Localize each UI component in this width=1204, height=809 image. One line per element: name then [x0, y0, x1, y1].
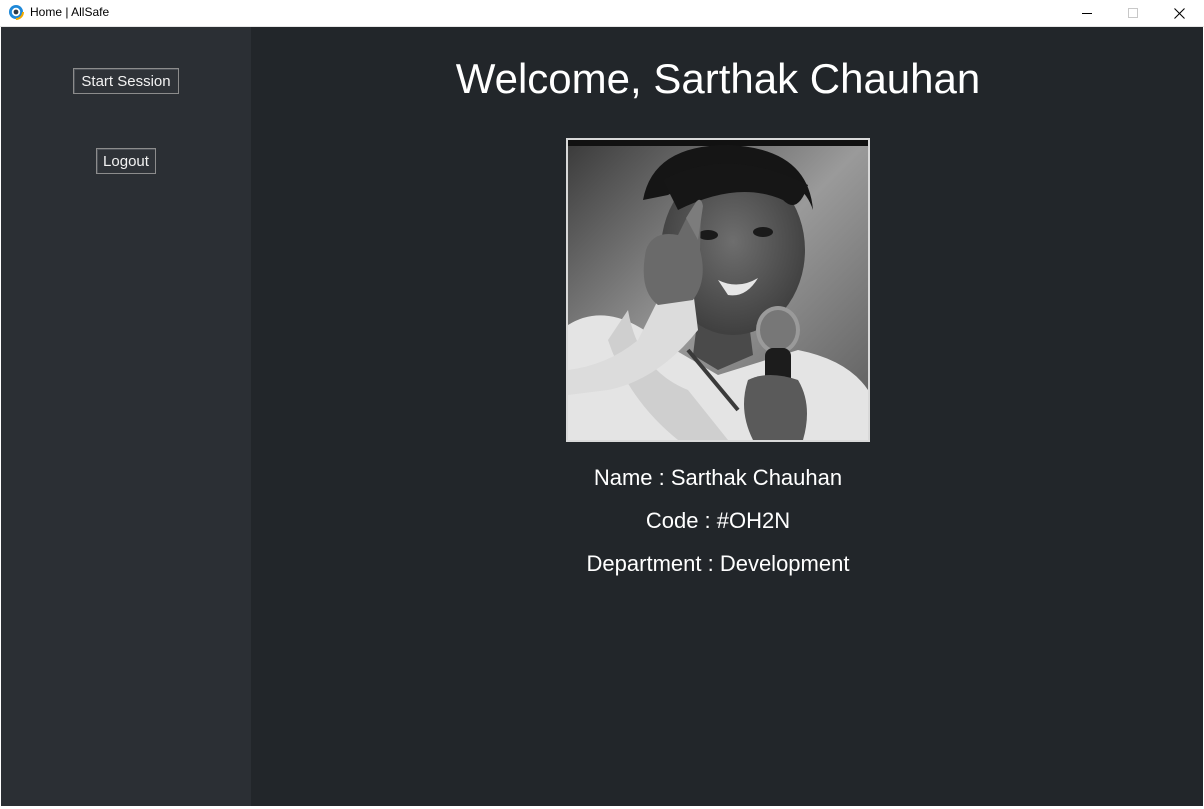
title-bar[interactable]: Home | AllSafe	[0, 0, 1204, 27]
minimize-button[interactable]	[1064, 0, 1110, 26]
employee-name: Name : Sarthak Chauhan	[593, 465, 843, 490]
start-session-button[interactable]: Start Session	[73, 68, 179, 94]
employee-department: Department : Development	[586, 551, 850, 576]
welcome-heading: Welcome, Sarthak Chauhan	[455, 55, 981, 102]
app-window: Home | AllSafe Start Session Logout Welc…	[0, 0, 1204, 809]
employee-code: Code : #OH2N	[645, 508, 791, 533]
profile-photo-image	[568, 140, 868, 440]
logout-button[interactable]: Logout	[96, 148, 156, 174]
window-title: Home | AllSafe	[30, 5, 110, 19]
maximize-icon	[1128, 8, 1138, 18]
sidebar: Start Session Logout	[1, 27, 251, 806]
maximize-button[interactable]	[1110, 0, 1156, 26]
close-button[interactable]	[1156, 0, 1202, 26]
client-area: Start Session Logout Welcome, Sarthak Ch…	[1, 27, 1203, 806]
profile-photo	[566, 138, 870, 442]
minimize-icon	[1082, 13, 1092, 14]
close-icon	[1173, 7, 1185, 19]
main-panel: Welcome, Sarthak Chauhan Name: Sarthak …	[251, 27, 1203, 806]
allsafe-app-icon	[8, 4, 24, 20]
